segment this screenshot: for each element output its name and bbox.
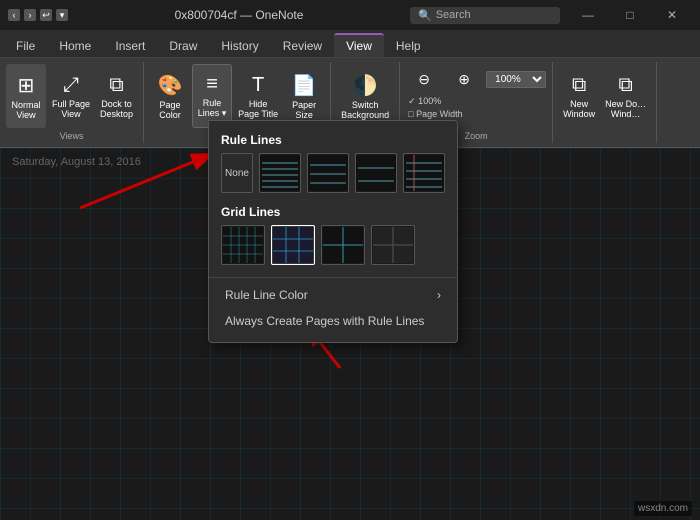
switch-background-button[interactable]: 🌓 SwitchBackground — [337, 64, 393, 128]
full-page-label: Full PageView — [52, 99, 90, 119]
hide-title-icon: T — [252, 74, 264, 97]
title-bar: ‹ › ↩ ▾ 0x800704cf — OneNote 🔍 Search — … — [0, 0, 700, 30]
rule-lines-options: None — [209, 153, 457, 201]
minimize-button[interactable]: — — [568, 3, 608, 27]
full-page-icon: ⤢ — [63, 74, 79, 97]
date-label: Saturday, August 13, 2016 — [12, 156, 141, 168]
rule-lines-icon: ≡ — [206, 73, 218, 96]
tab-insert[interactable]: Insert — [103, 35, 157, 57]
college-lines-svg — [404, 155, 444, 191]
grid-lines-options — [209, 225, 457, 273]
page-color-icon: 🎨 — [158, 73, 183, 98]
hide-title-label: HidePage Title — [238, 99, 278, 119]
window-buttons: ⧉ NewWindow ⧉ New Do…Wind… — [559, 64, 650, 139]
page-color-label: PageColor — [159, 100, 181, 120]
large-grid-svg — [323, 227, 363, 263]
switch-bg-label: SwitchBackground — [341, 100, 389, 120]
window-controls: ‹ › ↩ ▾ — [8, 9, 68, 21]
views-group: ⊞ NormalView ⤢ Full PageView ⧉ Dock toDe… — [0, 62, 144, 143]
dock-to-desktop-button[interactable]: ⧉ Dock toDesktop — [96, 64, 137, 128]
ribbon-tabs: File Home Insert Draw History Review Vie… — [0, 30, 700, 58]
narrow-lines-option[interactable] — [259, 153, 301, 193]
xl-grid-option[interactable] — [371, 225, 415, 265]
watermark: wsxdn.com — [634, 501, 692, 516]
normal-view-icon: ⊞ — [18, 73, 35, 98]
tab-file[interactable]: File — [4, 35, 47, 57]
new-window-label: NewWindow — [563, 99, 595, 119]
page-color-button[interactable]: 🎨 PageColor — [150, 64, 190, 128]
window-title: 0x800704cf — OneNote — [76, 8, 402, 22]
college-lines-option[interactable] — [403, 153, 445, 193]
tab-history[interactable]: History — [209, 35, 270, 57]
search-placeholder: Search — [436, 9, 471, 21]
submenu-arrow-icon: › — [437, 288, 441, 302]
zoom-100-label: ✓ 100% — [406, 96, 441, 107]
new-docked-label: New Do…Wind… — [605, 99, 646, 119]
zoom-select[interactable]: 100% 75% 150% 200% — [486, 71, 546, 88]
zoom-in-button[interactable]: ⊕ — [446, 64, 482, 94]
wide-lines-option[interactable] — [355, 153, 397, 193]
switch-bg-icon: 🌓 — [353, 73, 378, 98]
back-btn[interactable]: ‹ — [8, 9, 20, 21]
dock-label: Dock toDesktop — [100, 99, 133, 119]
zoom-row-1: ⊖ ⊕ 100% 75% 150% 200% — [406, 64, 546, 94]
hide-page-title-button[interactable]: T HidePage Title — [234, 64, 282, 128]
normal-view-label: NormalView — [11, 100, 40, 120]
narrow-lines-svg — [260, 155, 300, 191]
medium-grid-svg — [273, 227, 313, 263]
paper-size-button[interactable]: 📄 PaperSize — [284, 64, 324, 128]
none-option[interactable]: None — [221, 153, 253, 193]
page-width-label: □ Page Width — [406, 109, 462, 119]
large-grid-option[interactable] — [321, 225, 365, 265]
tab-view[interactable]: View — [334, 33, 384, 57]
close-button[interactable]: ✕ — [652, 3, 692, 27]
small-grid-option[interactable] — [221, 225, 265, 265]
paper-size-label: PaperSize — [292, 100, 316, 120]
rule-line-color-item[interactable]: Rule Line Color › — [209, 282, 457, 308]
search-icon: 🔍 — [418, 9, 432, 22]
window-action-buttons: — □ ✕ — [568, 3, 692, 27]
forward-btn[interactable]: › — [24, 9, 36, 21]
rule-line-color-label: Rule Line Color — [225, 288, 308, 302]
views-buttons: ⊞ NormalView ⤢ Full PageView ⧉ Dock toDe… — [6, 64, 137, 129]
views-group-label: Views — [60, 131, 84, 141]
window-group: ⧉ NewWindow ⧉ New Do…Wind… — [553, 62, 657, 143]
new-docked-button[interactable]: ⧉ New Do…Wind… — [601, 64, 650, 128]
new-docked-icon: ⧉ — [619, 74, 633, 97]
paper-size-icon: 📄 — [292, 73, 317, 98]
new-window-button[interactable]: ⧉ NewWindow — [559, 64, 599, 128]
new-window-icon: ⧉ — [572, 74, 586, 97]
always-create-item[interactable]: Always Create Pages with Rule Lines — [209, 308, 457, 334]
rule-lines-dropdown: Rule Lines None — [208, 120, 458, 343]
undo-btn[interactable]: ↩ — [40, 9, 52, 21]
rule-lines-button[interactable]: ≡ RuleLines ▾ — [192, 64, 232, 128]
always-create-label: Always Create Pages with Rule Lines — [225, 314, 424, 328]
divider-1 — [209, 277, 457, 278]
xl-grid-svg — [373, 227, 413, 263]
zoom-label: Zoom — [465, 131, 488, 141]
tab-help[interactable]: Help — [384, 35, 433, 57]
menu-btn[interactable]: ▾ — [56, 9, 68, 21]
tab-draw[interactable]: Draw — [157, 35, 209, 57]
wide-lines-svg — [356, 155, 396, 191]
medium-lines-svg — [308, 155, 348, 191]
maximize-button[interactable]: □ — [610, 3, 650, 27]
zoom-out-icon: ⊖ — [418, 71, 430, 88]
search-box[interactable]: 🔍 Search — [410, 7, 560, 24]
rule-lines-label: RuleLines ▾ — [198, 98, 227, 119]
grid-lines-section-title: Grid Lines — [209, 201, 457, 225]
small-grid-svg — [223, 227, 263, 263]
medium-lines-option[interactable] — [307, 153, 349, 193]
tab-home[interactable]: Home — [47, 35, 103, 57]
dock-icon: ⧉ — [109, 74, 123, 97]
tab-review[interactable]: Review — [271, 35, 334, 57]
medium-grid-option[interactable] — [271, 225, 315, 265]
full-page-view-button[interactable]: ⤢ Full PageView — [48, 64, 94, 128]
rule-lines-section-title: Rule Lines — [209, 129, 457, 153]
zoom-in-icon: ⊕ — [458, 71, 470, 88]
normal-view-button[interactable]: ⊞ NormalView — [6, 64, 46, 128]
zoom-out-button[interactable]: ⊖ — [406, 64, 442, 94]
